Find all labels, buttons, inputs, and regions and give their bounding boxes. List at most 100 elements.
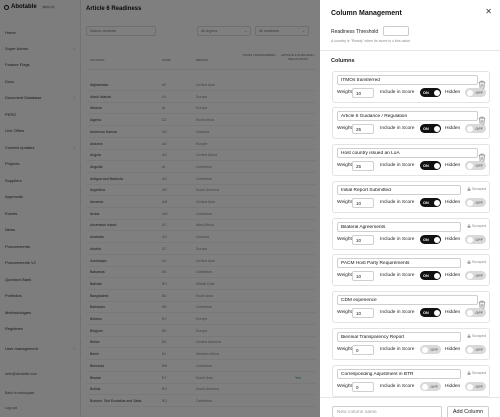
toggle-knob (466, 346, 473, 353)
hidden-toggle[interactable]: OFF (465, 124, 486, 133)
hidden-toggle[interactable]: OFF (465, 345, 486, 354)
hidden-toggle[interactable]: OFF (465, 382, 486, 391)
add-column-button[interactable]: Add Column (447, 406, 489, 417)
toggle-state-text: OFF (430, 347, 438, 352)
toggle-knob (433, 272, 440, 279)
column-name-input[interactable] (337, 75, 478, 85)
toggle-knob (466, 236, 473, 243)
toggle-knob (466, 125, 473, 132)
threshold-input[interactable] (383, 26, 409, 36)
column-card: Scraped Weight Include in Score ON Hidden OFF (332, 181, 490, 213)
toggle-state-text: OFF (475, 347, 483, 352)
toggle-state-text: ON (423, 273, 429, 278)
include-in-score-label: Include in Score (380, 126, 415, 131)
new-column-name-input[interactable] (332, 406, 442, 417)
scraped-badge: Scraped (467, 260, 486, 264)
include-in-score-toggle[interactable]: ON (420, 271, 441, 280)
toggle-knob (466, 272, 473, 279)
toggle-state-text: ON (423, 90, 429, 95)
add-column-bar: Add Column (320, 397, 500, 417)
weight-input[interactable] (352, 124, 374, 134)
hidden-label: Hidden (445, 126, 461, 131)
include-in-score-toggle[interactable]: OFF (420, 345, 441, 354)
toggle-knob (466, 89, 473, 96)
trash-icon[interactable] (478, 149, 486, 162)
column-card: Weight Include in Score ON Hidden OFF (332, 107, 490, 139)
close-icon[interactable]: ✕ (485, 8, 492, 16)
weight-input[interactable] (352, 345, 374, 355)
toggle-knob (421, 346, 428, 353)
trash-icon[interactable] (478, 296, 486, 309)
toggle-knob (433, 89, 440, 96)
column-name-input[interactable] (337, 222, 461, 232)
column-card: Weight Include in Score ON Hidden OFF (332, 144, 490, 176)
toggle-knob (466, 383, 473, 390)
toggle-knob (466, 199, 473, 206)
hidden-toggle[interactable]: OFF (465, 308, 486, 317)
weight-input[interactable] (352, 235, 374, 245)
hidden-label: Hidden (445, 163, 461, 168)
toggle-knob (433, 236, 440, 243)
column-name-input[interactable] (337, 148, 478, 158)
toggle-knob (466, 162, 473, 169)
toggle-state-text: OFF (475, 273, 483, 278)
include-in-score-toggle[interactable]: ON (420, 235, 441, 244)
column-management-drawer: Column Management ✕ Readiness Threshold … (320, 0, 500, 417)
weight-input[interactable] (352, 271, 374, 281)
include-in-score-toggle[interactable]: ON (420, 308, 441, 317)
include-in-score-toggle[interactable]: ON (420, 88, 441, 97)
drawer-title: Column Management (331, 10, 402, 17)
weight-input[interactable] (352, 161, 374, 171)
toggle-state-text: ON (423, 163, 429, 168)
hidden-label: Hidden (445, 347, 461, 352)
hidden-toggle[interactable]: OFF (465, 198, 486, 207)
column-name-input[interactable] (337, 295, 478, 305)
include-in-score-toggle[interactable]: ON (420, 124, 441, 133)
toggle-state-text: OFF (475, 384, 483, 389)
hidden-toggle[interactable]: OFF (465, 161, 486, 170)
hidden-toggle[interactable]: OFF (465, 88, 486, 97)
include-in-score-label: Include in Score (380, 347, 415, 352)
include-in-score-toggle[interactable]: OFF (420, 382, 441, 391)
weight-input[interactable] (352, 198, 374, 208)
toggle-state-text: OFF (475, 310, 483, 315)
toggle-state-text: OFF (475, 200, 483, 205)
include-in-score-toggle[interactable]: ON (420, 161, 441, 170)
weight-input[interactable] (352, 88, 374, 98)
column-name-input[interactable] (337, 332, 461, 342)
include-in-score-toggle[interactable]: ON (420, 198, 441, 207)
hidden-toggle[interactable]: OFF (465, 235, 486, 244)
toggle-state-text: OFF (430, 384, 438, 389)
hidden-label: Hidden (445, 310, 461, 315)
column-name-input[interactable] (337, 258, 461, 268)
column-card: Scraped Weight Include in Score OFF Hidden OF… (332, 365, 490, 397)
weight-input[interactable] (352, 308, 374, 318)
toggle-state-text: ON (423, 200, 429, 205)
toggle-knob (433, 125, 440, 132)
column-name-input[interactable] (337, 111, 478, 121)
column-card: Weight Include in Score ON Hidden OFF (332, 291, 490, 323)
lock-icon (467, 371, 471, 375)
toggle-knob (466, 309, 473, 316)
weight-input[interactable] (352, 382, 374, 392)
weight-label: Weight (337, 310, 352, 315)
column-name-input[interactable] (337, 185, 461, 195)
toggle-state-text: OFF (475, 163, 483, 168)
column-card: Scraped Weight Include in Score OFF Hidden OF… (332, 328, 490, 360)
toggle-knob (433, 309, 440, 316)
hidden-toggle[interactable]: OFF (465, 271, 486, 280)
lock-icon (467, 260, 471, 264)
include-in-score-label: Include in Score (380, 163, 415, 168)
toggle-state-text: ON (423, 310, 429, 315)
column-card: Weight Include in Score ON Hidden OFF (332, 71, 490, 103)
lock-icon (467, 187, 471, 191)
column-name-input[interactable] (337, 369, 461, 379)
hidden-label: Hidden (445, 273, 461, 278)
scraped-badge: Scraped (467, 187, 486, 191)
trash-icon[interactable] (478, 112, 486, 125)
toggle-state-text: ON (423, 126, 429, 131)
hidden-label: Hidden (445, 237, 461, 242)
scraped-badge: Scraped (467, 334, 486, 338)
trash-icon[interactable] (478, 76, 486, 89)
toggle-state-text: OFF (475, 90, 483, 95)
